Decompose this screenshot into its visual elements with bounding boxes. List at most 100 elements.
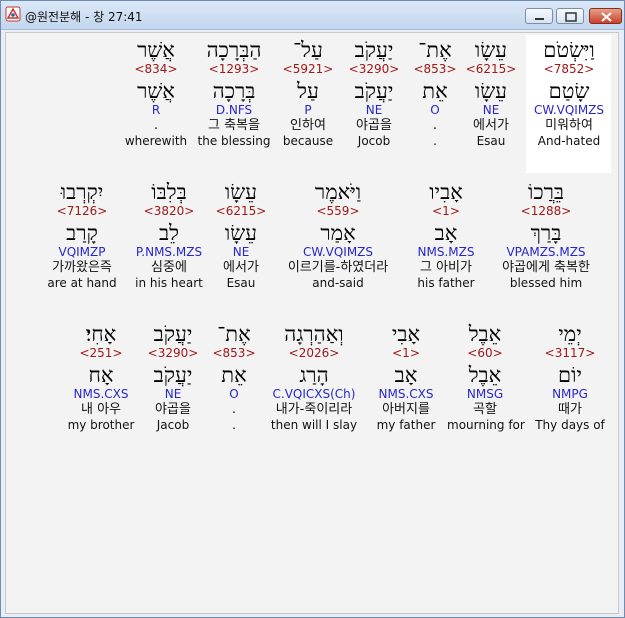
word-cell[interactable]: יַעֲקֹב <3290> יַעֲקֹב NE 야곱을 Jocob (343, 38, 405, 148)
lemma-word: עֵשָׂו (224, 221, 258, 245)
hebrew-word: הַבְּרָכָה (206, 38, 262, 62)
english-gloss: my father (376, 418, 436, 432)
hebrew-word: יִקְרְבוּ (60, 180, 104, 204)
strong-number[interactable]: <559> (271, 204, 405, 218)
strong-number[interactable]: <3290> (343, 62, 405, 76)
word-cell[interactable]: אֶת־ <853> אֵת O . . (410, 38, 460, 148)
parsing-code: NE (164, 387, 182, 401)
english-gloss: Jacob (156, 418, 190, 432)
strong-number[interactable]: <7126> (39, 204, 125, 218)
maximize-button[interactable] (556, 8, 584, 24)
english-gloss: then will I slay (270, 418, 358, 432)
lemma-word: אָב (394, 363, 418, 387)
minimize-button[interactable] (525, 8, 553, 24)
word-cell[interactable]: הַבְּרָכָה <1293> בְּרָכָה D.NFS 그 축복을 t… (193, 38, 275, 148)
strong-number[interactable]: <251> (65, 346, 137, 360)
strong-number[interactable]: <3820> (129, 204, 209, 218)
english-gloss: Thy days of (535, 418, 605, 432)
parsing-code: NMS.CXS (378, 387, 434, 401)
english-gloss: blessed him (509, 276, 583, 290)
hebrew-word: בְּלִבּוֹ (151, 180, 187, 204)
english-gloss: . (232, 418, 236, 432)
english-gloss: the blessing (197, 134, 271, 148)
korean-gloss: 곡할 (473, 402, 497, 417)
word-cell[interactable]: עֵשָׂו <6215> עֵשָׂו NE 에서가 Esau (459, 38, 523, 148)
strong-number[interactable]: <1> (369, 346, 443, 360)
parsing-code: R (151, 103, 161, 117)
korean-gloss: . (153, 118, 159, 133)
english-gloss: his father (417, 276, 475, 290)
strong-number[interactable]: <1288> (489, 204, 603, 218)
korean-gloss: 그 아비가 (420, 260, 472, 275)
title-bar[interactable]: @원전분해 - 창 27:41 (1, 1, 624, 30)
hebrew-word: עַל־ (293, 38, 323, 62)
close-button[interactable] (589, 8, 622, 24)
word-cell[interactable]: אָבִיו <1> אָב NMS.MZS 그 아비가 his father (407, 180, 485, 290)
parsing-code: NE (482, 103, 500, 117)
strong-number[interactable]: <7852> (527, 62, 611, 76)
parsing-code: NMS.CXS (73, 387, 129, 401)
strong-number[interactable]: <1293> (193, 62, 275, 76)
word-cell[interactable]: בְּלִבּוֹ <3820> לֵב P.NMS.MZS 심중에 in hi… (129, 180, 209, 290)
lemma-word: יַעֲקֹב (354, 79, 394, 103)
korean-gloss: . (432, 118, 438, 133)
word-cell[interactable]: וַיֹּאמֶר <559> אָמַר CW.VQIMZS 이르기를-하였더… (271, 180, 405, 290)
korean-gloss: 야곱에게 축복한 (502, 260, 590, 275)
parsing-code: NMS.MZS (417, 245, 475, 259)
lemma-word: אֲשֶׁר (137, 79, 175, 103)
word-cell[interactable]: אֶת־ <853> אֵת O . . (209, 322, 259, 432)
lemma-word: שָׂטַם (548, 79, 590, 103)
parsing-code: P (304, 103, 312, 117)
word-cell[interactable]: אֵבֶל <60> אֵבֶל NMSG 곡할 mourning for (447, 322, 525, 432)
lemma-word: בְּרָכָה (212, 79, 256, 103)
word-cell[interactable]: בֵּרֲכוֹ <1288> בָּרַךְ VPAMZS.MZS 야곱에게 … (489, 180, 603, 290)
strong-number[interactable]: <3117> (533, 346, 607, 360)
english-gloss: mourning for (447, 418, 525, 432)
parsing-code: C.VQICXS(Ch) (272, 387, 356, 401)
word-cell[interactable]: יִקְרְבוּ <7126> קָרַב VQIMZP 가까왔은즉 are … (39, 180, 125, 290)
word-cell[interactable]: עַל־ <5921> עַל P 인하여 because (277, 38, 339, 148)
korean-gloss: 그 축복을 (208, 118, 260, 133)
window-title: @원전분해 - 창 27:41 (25, 10, 143, 24)
minimize-icon (535, 18, 544, 20)
word-cell[interactable]: אָחִי׃ <251> אָח NMS.CXS 내 아우 my brother (65, 322, 137, 432)
strong-number[interactable]: <3290> (141, 346, 205, 360)
strong-number[interactable]: <1> (407, 204, 485, 218)
parsing-code: NE (365, 103, 383, 117)
korean-gloss: 내 아우 (80, 402, 121, 417)
english-gloss: because (282, 134, 334, 148)
word-cell[interactable]: וַיִּשְׂטֹם <7852> שָׂטַם CW.VQIMZS 미워하여… (527, 38, 611, 148)
korean-gloss: 에서가 (473, 118, 509, 133)
lemma-word: קָרַב (66, 221, 98, 245)
strong-number[interactable]: <6215> (459, 62, 523, 76)
strong-number[interactable]: <853> (410, 62, 460, 76)
lemma-word: אָח (88, 363, 114, 387)
word-cell[interactable]: יַעֲקֹב <3290> יַעֲקֹב NE 야곱을 Jacob (141, 322, 205, 432)
strong-number[interactable]: <2026> (263, 346, 365, 360)
parsing-code: NMPG (552, 387, 588, 401)
strong-number[interactable]: <834> (123, 62, 189, 76)
word-cell[interactable]: עֵשָׂו <6215> עֵשָׂו NE 에서가 Esau (213, 180, 269, 290)
word-cell[interactable]: אֲשֶׁר <834> אֲשֶׁר R . wherewith (123, 38, 189, 148)
lemma-word: לֵב (159, 221, 179, 245)
word-cell[interactable]: אָבִי <1> אָב NMS.CXS 아버지를 my father (369, 322, 443, 432)
strong-number[interactable]: <5921> (277, 62, 339, 76)
word-cell[interactable]: יְמֵי <3117> יוֹם NMPG 때가 Thy days of (533, 322, 607, 432)
hebrew-word: אֶת־ (217, 322, 251, 346)
korean-gloss: 에서가 (223, 260, 259, 275)
lemma-word: אָב (434, 221, 458, 245)
strong-number[interactable]: <6215> (213, 204, 269, 218)
word-cell[interactable]: וְאַהַרְגָה <2026> הָרַג C.VQICXS(Ch) 내가… (263, 322, 365, 432)
hebrew-word: בֵּרֲכוֹ (527, 180, 565, 204)
english-gloss: Esau (476, 134, 506, 148)
parsing-code: VQIMZP (58, 245, 106, 259)
lemma-word: אֵת (422, 79, 448, 103)
strong-number[interactable]: <60> (447, 346, 523, 360)
english-gloss: and-said (312, 276, 364, 290)
strong-number[interactable]: <853> (209, 346, 259, 360)
korean-gloss: . (231, 402, 237, 417)
hebrew-word: אָבִיו (429, 180, 463, 204)
korean-gloss: 때가 (558, 402, 582, 417)
lemma-word: יַעֲקֹב (153, 363, 193, 387)
hebrew-word: אֵבֶל (468, 322, 502, 346)
